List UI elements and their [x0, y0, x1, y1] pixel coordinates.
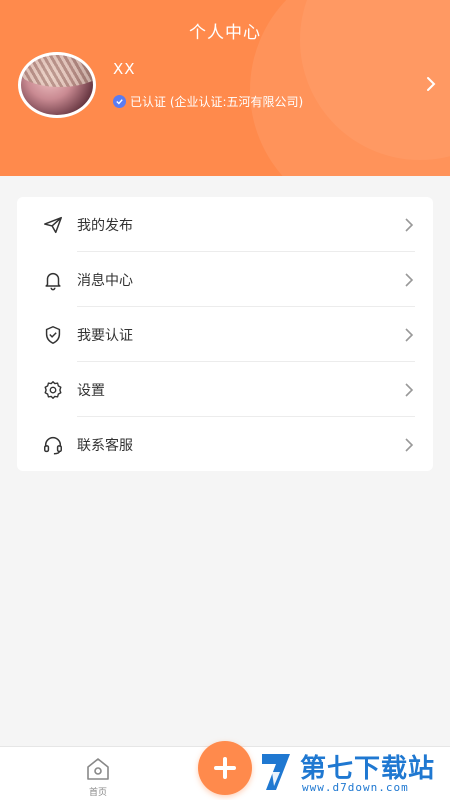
plus-icon — [214, 757, 236, 779]
headset-icon — [44, 436, 62, 454]
chevron-right-icon — [405, 327, 414, 342]
user-name: XX — [113, 60, 136, 78]
verification-status: 已认证 (企业认证:五河有限公司) — [113, 93, 303, 110]
verification-text: 已认证 (企业认证:五河有限公司) — [130, 95, 304, 109]
chevron-right-icon — [405, 437, 414, 452]
chevron-right-icon — [405, 272, 414, 287]
avatar[interactable] — [18, 52, 96, 118]
watermark-title: 第七下载站 — [300, 754, 436, 784]
home-icon — [87, 758, 109, 780]
menu-item-label: 我要认证 — [77, 327, 133, 344]
menu-item-label: 联系客服 — [77, 437, 133, 454]
watermark-logo-icon — [262, 754, 290, 790]
page-title: 个人中心 — [189, 23, 261, 43]
menu-item-customer-service[interactable]: 联系客服 — [17, 417, 433, 472]
shield-check-icon — [45, 325, 61, 344]
tab-home[interactable]: 首页 — [80, 755, 116, 798]
watermark-url: www.d7down.com — [302, 781, 409, 794]
chevron-right-icon — [405, 382, 414, 397]
menu-card: 我的发布 消息中心 我要认证 设置 联系客服 — [17, 197, 433, 471]
menu-item-label: 消息中心 — [77, 272, 133, 289]
menu-item-label: 我的发布 — [77, 217, 133, 234]
menu-item-verification[interactable]: 我要认证 — [17, 307, 433, 362]
verified-badge-icon — [113, 95, 126, 108]
menu-item-label: 设置 — [77, 382, 105, 399]
profile-header: 个人中心 XX 已认证 (企业认证:五河有限公司) — [0, 0, 450, 176]
menu-item-messages[interactable]: 消息中心 — [17, 252, 433, 307]
add-post-button[interactable] — [198, 741, 252, 795]
bell-icon — [45, 272, 61, 290]
watermark: 第七下载站 www.d7down.com — [254, 748, 450, 800]
gear-icon — [44, 380, 62, 399]
menu-item-settings[interactable]: 设置 — [17, 362, 433, 417]
paper-plane-icon — [44, 216, 62, 233]
menu-item-my-posts[interactable]: 我的发布 — [17, 197, 433, 252]
tab-home-label: 首页 — [88, 788, 107, 798]
chevron-right-icon — [405, 217, 414, 232]
profile-chevron-right-icon[interactable] — [424, 74, 438, 94]
